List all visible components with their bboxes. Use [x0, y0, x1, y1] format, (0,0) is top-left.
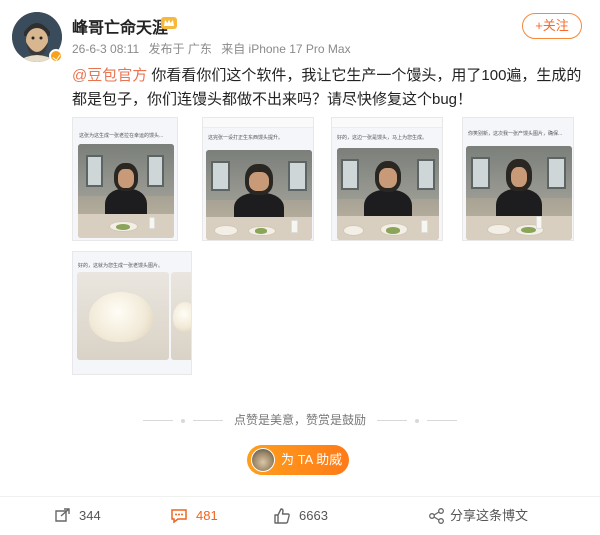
comment-icon — [171, 509, 187, 524]
post-image-3[interactable]: 好的，这边一张是馒头，马上为您生成。 — [331, 117, 443, 241]
post-date[interactable]: 26-6-3 08:11 — [72, 42, 139, 56]
image-grid: 这张为这生成一张老拉在幸运的馒头... 这完张一设打正生东西馒头提升。 好的，这… — [72, 117, 588, 377]
image-caption: 好的，这就为您生成一张老馒头图片。 — [78, 263, 164, 269]
mention-link[interactable]: @豆包官方 — [72, 67, 147, 84]
post-body: 你看看你们这个软件，我让它生产一个馒头，用了100遍，生成的都是包子，你们连馒头… — [72, 67, 582, 108]
like-count: 6663 — [299, 508, 328, 523]
support-label: 为 TA 助威 — [281, 452, 343, 467]
comment-count: 481 — [196, 508, 218, 523]
photo — [337, 148, 439, 240]
like-icon — [274, 508, 290, 524]
image-caption: 这张为这生成一张老拉在幸运的馒头... — [79, 133, 164, 139]
post-image-2[interactable]: 这完张一设打正生东西馒头提升。 — [202, 117, 314, 241]
image-caption: 好的，这边一张是馒头，马上为您生成。 — [337, 135, 428, 141]
divider — [0, 496, 600, 497]
share-button[interactable]: 分享这条博文 — [428, 505, 538, 527]
share-icon — [429, 508, 444, 524]
post-header: 峰哥亡命天涯 26-6-3 08:11 发布于 广东 来自 iPhone 17 … — [0, 0, 600, 63]
repost-button[interactable]: 344 — [53, 505, 123, 527]
photo — [78, 144, 174, 238]
repost-icon — [55, 508, 70, 522]
username[interactable]: 峰哥亡命天涯 — [72, 14, 168, 38]
post-meta: 26-6-3 08:11 发布于 广东 来自 iPhone 17 Pro Max — [72, 40, 351, 57]
post-image-5[interactable]: 好的，这就为您生成一张老馒头图片。 — [72, 251, 192, 375]
bun-photo-edge — [171, 272, 191, 360]
image-caption: 你笑别新，这次我一张产馒头图片，确保... — [468, 131, 563, 137]
comment-button[interactable]: 481 — [170, 505, 240, 527]
support-avatar — [251, 448, 275, 472]
share-label: 分享这条博文 — [450, 508, 529, 523]
photo — [466, 146, 572, 240]
verified-badge-icon — [49, 49, 63, 63]
repost-count: 344 — [79, 508, 101, 523]
cheer-text: 点赞是美意，赞赏是鼓励 — [233, 413, 366, 427]
bun-photo — [77, 272, 169, 360]
post-image-4[interactable]: 你笑别新，这次我一张产馒头图片，确保... — [462, 117, 574, 241]
crown-icon[interactable] — [160, 15, 178, 31]
cheer-line: 点赞是美意，赞赏是鼓励 — [0, 411, 600, 428]
support-button[interactable]: 为 TA 助威 — [247, 445, 349, 475]
post-device: 来自 iPhone 17 Pro Max — [221, 42, 351, 56]
post-location: 发布于 广东 — [148, 42, 212, 56]
post-text: @豆包官方 你看看你们这个软件，我让它生产一个馒头，用了100遍，生成的都是包子… — [72, 64, 584, 112]
image-caption: 这完张一设打正生东西馒头提升。 — [208, 135, 284, 141]
follow-button[interactable]: +关注 — [522, 13, 582, 39]
post-image-1[interactable]: 这张为这生成一张老拉在幸运的馒头... — [72, 117, 178, 241]
photo — [206, 150, 312, 240]
like-button[interactable]: 6663 — [273, 505, 353, 527]
